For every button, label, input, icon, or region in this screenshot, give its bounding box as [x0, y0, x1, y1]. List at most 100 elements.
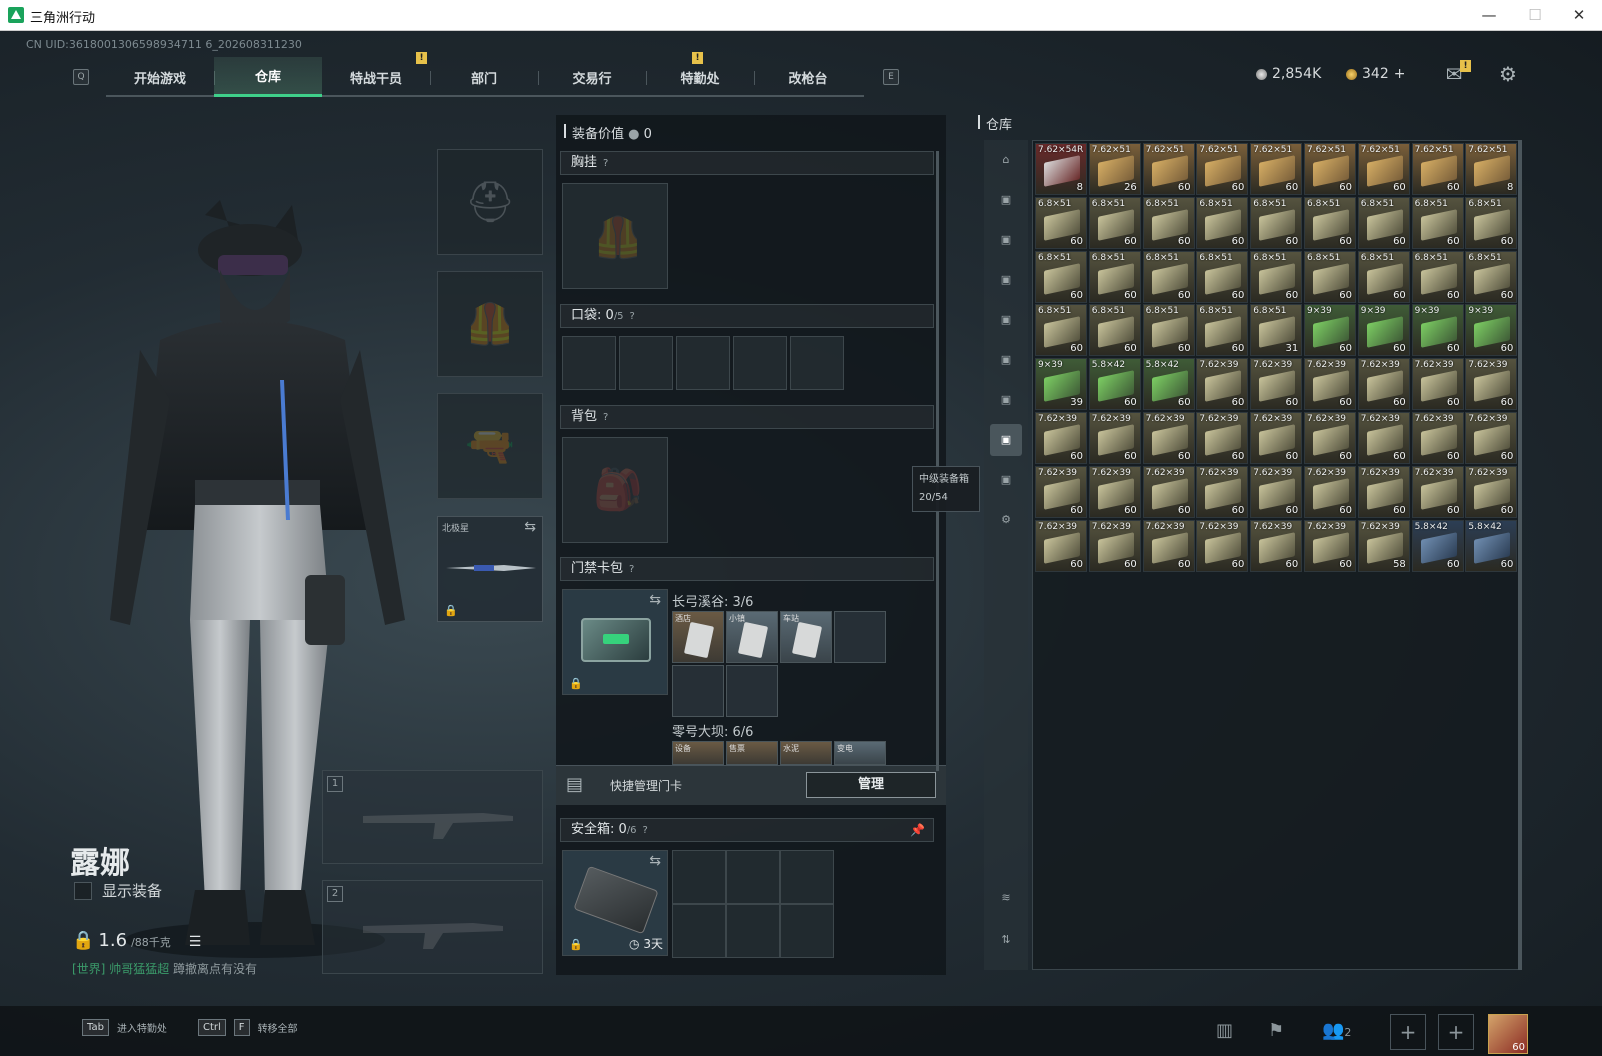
keycard[interactable]: 设备: [672, 741, 724, 765]
pocket-slot[interactable]: [790, 336, 844, 390]
warehouse-category-icon[interactable]: ▣: [990, 464, 1022, 496]
add-teammate-button[interactable]: +: [1438, 1014, 1474, 1050]
pin-icon[interactable]: 📌: [910, 819, 925, 841]
tab-gunsmith[interactable]: 改枪台: [754, 57, 862, 97]
ammo-item[interactable]: 6.8×51 60: [1142, 196, 1195, 249]
ammo-item[interactable]: 6.8×51 60: [1465, 196, 1518, 249]
silver-currency[interactable]: 2,854K: [1256, 66, 1321, 82]
flag-icon[interactable]: ⚑: [1268, 1020, 1284, 1041]
ammo-item[interactable]: 7.62×39 60: [1465, 358, 1518, 411]
player-avatar[interactable]: 60: [1488, 1014, 1528, 1054]
tab-start-game[interactable]: 开始游戏: [106, 57, 214, 97]
ammo-item[interactable]: 6.8×51 60: [1304, 196, 1356, 249]
warehouse-category-icon[interactable]: ▣: [990, 184, 1022, 216]
secondary-weapon-slot[interactable]: 2: [322, 880, 543, 974]
primary-weapon-slot[interactable]: 1: [322, 770, 543, 864]
ammo-item[interactable]: 6.8×51 60: [1465, 250, 1518, 303]
backpack-slot[interactable]: 🎒: [562, 437, 668, 543]
safe-slot[interactable]: [726, 904, 780, 958]
warehouse-scrollbar[interactable]: [1518, 140, 1522, 970]
ammo-item[interactable]: 9×39 60: [1465, 304, 1518, 357]
ammo-item[interactable]: 7.62×39 60: [1357, 358, 1410, 411]
ammo-item[interactable]: 6.8×51 60: [1411, 196, 1464, 249]
add-teammate-button[interactable]: +: [1390, 1014, 1426, 1050]
ammo-item[interactable]: 7.62×39 60: [1411, 465, 1464, 518]
swap-icon[interactable]: ⇆: [649, 853, 661, 869]
warehouse-settings-icon[interactable]: ⚙: [990, 504, 1022, 536]
safe-slot[interactable]: [672, 850, 726, 904]
armor-slot[interactable]: 🦺: [437, 271, 543, 377]
safe-slot[interactable]: [780, 904, 834, 958]
tab-special-ops[interactable]: 特勤处!: [646, 52, 754, 97]
ammo-item[interactable]: 6.8×51 60: [1357, 250, 1410, 303]
swap-icon[interactable]: ⇆: [649, 592, 661, 608]
chat-line[interactable]: [世界] 帅哥猛猛超 蹲撤离点有没有: [72, 960, 257, 977]
warehouse-category-icon[interactable]: ▣: [990, 384, 1022, 416]
keycard[interactable]: 售票: [726, 741, 778, 765]
ammo-item[interactable]: 9×39 60: [1357, 304, 1410, 357]
ammo-item[interactable]: 7.62×39 60: [1357, 412, 1410, 464]
ammo-item[interactable]: 7.62×39 60: [1196, 412, 1249, 464]
ammo-item[interactable]: 7.62×39 60: [1411, 358, 1464, 411]
ammo-item[interactable]: 6.8×51 60: [1250, 196, 1303, 249]
ammo-item[interactable]: 7.62×39 60: [1196, 519, 1249, 572]
ammo-item[interactable]: 6.8×51 60: [1142, 250, 1195, 303]
warehouse-category-icon[interactable]: ▣: [990, 424, 1022, 456]
transfer-all-hint[interactable]: Ctrl F 转移全部: [198, 1019, 298, 1036]
ammo-item[interactable]: 7.62×51 60: [1357, 143, 1410, 195]
loadout-scrollbar[interactable]: [936, 151, 939, 771]
ammo-item[interactable]: 7.62×39 60: [1250, 465, 1303, 518]
ammo-item[interactable]: 5.8×42 60: [1411, 519, 1464, 572]
ammo-item[interactable]: 7.62×51 60: [1196, 143, 1249, 195]
ammo-item[interactable]: 7.62×39 60: [1035, 412, 1087, 464]
safe-slot[interactable]: [780, 850, 834, 904]
gear-icon[interactable]: ⚙: [1496, 62, 1520, 86]
ammo-item[interactable]: 7.62×39 60: [1142, 465, 1195, 518]
safe-box-slot[interactable]: ⇆ 🔒 ◷ 3天: [562, 850, 668, 956]
ammo-item[interactable]: 7.62×39 60: [1196, 358, 1249, 411]
add-currency-button[interactable]: +: [1394, 66, 1406, 82]
ammo-item[interactable]: 7.62×39 60: [1142, 412, 1195, 464]
ammo-item[interactable]: 9×39 60: [1411, 304, 1464, 357]
warehouse-category-icon[interactable]: ▣: [990, 224, 1022, 256]
ammo-item[interactable]: 7.62×54R 8: [1035, 143, 1087, 195]
ammo-item[interactable]: 6.8×51 60: [1142, 304, 1195, 357]
layers-icon[interactable]: ≋: [990, 882, 1022, 914]
ammo-item[interactable]: 7.62×39 60: [1142, 519, 1195, 572]
warehouse-category-icon[interactable]: ▣: [990, 344, 1022, 376]
ammo-item[interactable]: 9×39 39: [1035, 358, 1087, 411]
ammo-item[interactable]: 9×39 60: [1304, 304, 1356, 357]
ammo-item[interactable]: 6.8×51 60: [1250, 250, 1303, 303]
ammo-item[interactable]: 7.62×39 60: [1304, 465, 1356, 518]
ammo-item[interactable]: 7.62×39 58: [1357, 519, 1410, 572]
ammo-item[interactable]: 6.8×51 60: [1196, 304, 1249, 357]
maximize-button[interactable]: ☐: [1512, 0, 1558, 30]
ammo-item[interactable]: 6.8×51 60: [1088, 304, 1141, 357]
sort-icon[interactable]: ⇅: [990, 924, 1022, 956]
tab-department[interactable]: 部门: [430, 57, 538, 97]
ammo-item[interactable]: 7.62×39 60: [1465, 465, 1518, 518]
ammo-item[interactable]: 7.62×39 60: [1088, 412, 1141, 464]
keycard[interactable]: 酒店: [672, 611, 724, 663]
ammo-item[interactable]: 6.8×51 60: [1411, 250, 1464, 303]
keycard-empty-slot[interactable]: [672, 665, 724, 717]
friends-icon[interactable]: 👥2: [1322, 1020, 1351, 1041]
ammo-item[interactable]: 7.62×51 60: [1304, 143, 1356, 195]
gold-currency[interactable]: 342 +: [1346, 66, 1405, 82]
warehouse-all-icon[interactable]: ⌂: [990, 144, 1022, 176]
helmet-slot[interactable]: ⛑: [437, 149, 543, 255]
pocket-slot[interactable]: [619, 336, 673, 390]
ammo-item[interactable]: 6.8×51 60: [1357, 196, 1410, 249]
keycard-case-slot[interactable]: ⇆ 🔒: [562, 589, 668, 695]
tab-operators[interactable]: 特战干员!: [322, 52, 430, 97]
stats-icon[interactable]: ▥: [1216, 1020, 1233, 1041]
ammo-item[interactable]: 6.8×51 60: [1035, 250, 1087, 303]
ammo-item[interactable]: 7.62×39 60: [1304, 358, 1356, 411]
keycard-empty-slot[interactable]: [726, 665, 778, 717]
ammo-item[interactable]: 7.62×39 60: [1411, 412, 1464, 464]
pocket-slot[interactable]: [562, 336, 616, 390]
swap-icon[interactable]: ⇆: [524, 519, 536, 535]
ammo-item[interactable]: 6.8×51 60: [1196, 250, 1249, 303]
ammo-item[interactable]: 7.62×39 60: [1196, 465, 1249, 518]
ammo-item[interactable]: 6.8×51 60: [1304, 250, 1356, 303]
